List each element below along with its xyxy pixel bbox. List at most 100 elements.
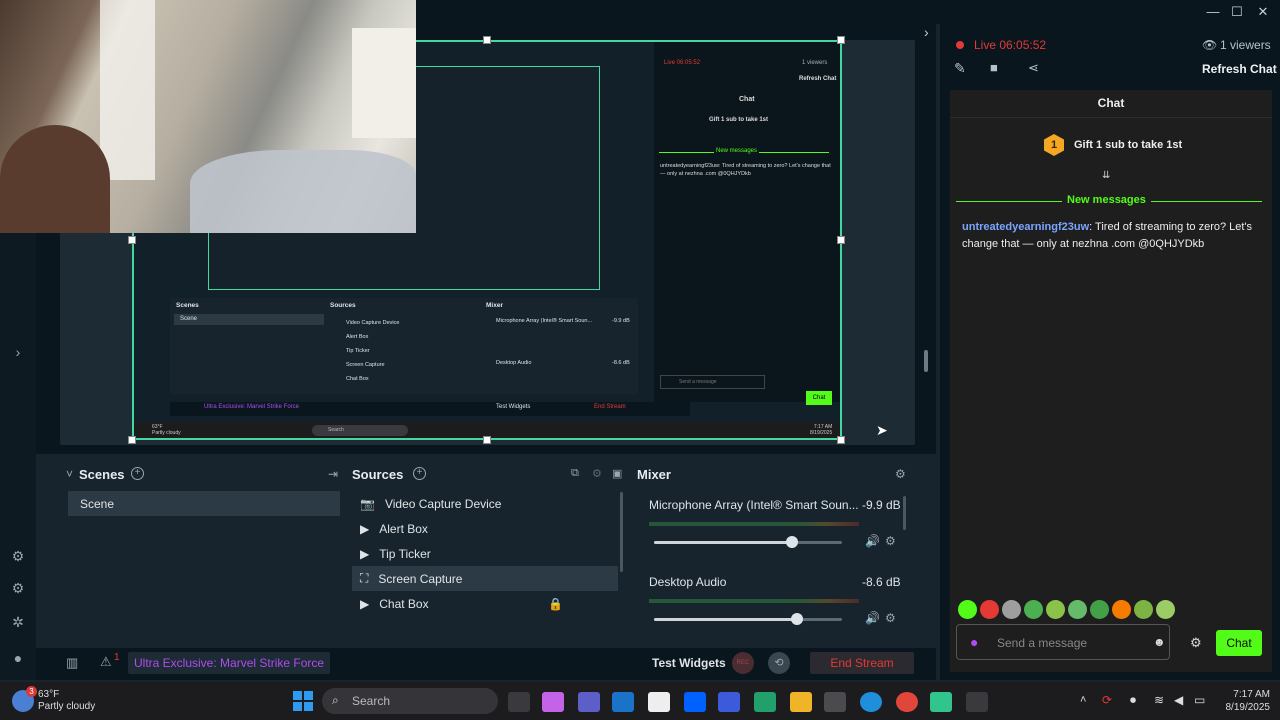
chrome-icon[interactable] <box>896 692 918 712</box>
add-scene-icon[interactable]: + <box>131 467 144 480</box>
copilot-icon[interactable] <box>542 692 564 712</box>
mic-volume-knob[interactable] <box>786 536 798 548</box>
emote-icon[interactable] <box>980 600 999 619</box>
mic-settings-icon[interactable]: ⚙ <box>885 534 896 548</box>
emote-icon[interactable] <box>1068 600 1087 619</box>
task-view-icon[interactable] <box>508 692 530 712</box>
emote-icon[interactable] <box>1002 600 1021 619</box>
resize-handle[interactable] <box>128 236 136 244</box>
mic-mute-icon[interactable]: 🔊 <box>865 534 880 548</box>
desktop-mute-icon[interactable]: 🔊 <box>865 611 880 625</box>
weather-widget[interactable]: 63°F Partly cloudy <box>38 689 95 713</box>
source-item-screen-capture[interactable]: ⛶ Screen Capture <box>352 566 618 591</box>
resize-handle[interactable] <box>837 436 845 444</box>
themes-icon[interactable]: ⚙ <box>8 546 28 566</box>
add-source-icon[interactable]: + <box>413 467 426 480</box>
profile-icon[interactable]: ● <box>8 648 28 668</box>
chat-settings-icon[interactable]: ⚙ <box>1190 635 1202 651</box>
scenes-collapse-icon[interactable]: ˅ <box>66 467 73 481</box>
resize-handle[interactable] <box>483 436 491 444</box>
wifi-icon[interactable]: ≋ <box>1154 693 1164 707</box>
nested-send: Chat <box>806 391 832 405</box>
store-icon[interactable] <box>824 692 846 712</box>
resize-handle[interactable] <box>837 236 845 244</box>
mic-icon[interactable]: ● <box>970 634 978 650</box>
stats-icon[interactable]: ▥ <box>66 655 78 671</box>
xbox-icon[interactable] <box>754 692 776 712</box>
app-window-icon[interactable] <box>966 692 988 712</box>
emote-icon[interactable] <box>1090 600 1109 619</box>
emote-icon[interactable] <box>1024 600 1043 619</box>
source-group-icon[interactable]: ⧉ <box>571 467 579 480</box>
gift-text[interactable]: Gift 1 sub to take 1st <box>1074 139 1182 151</box>
chat-username[interactable]: untreatedyearningf23uw <box>962 221 1089 233</box>
source-item-alert-box[interactable]: ▶ Alert Box <box>352 516 618 541</box>
maximize-button[interactable]: ☐ <box>1226 2 1248 22</box>
rec-button[interactable]: REC <box>732 652 754 674</box>
streamlabs-icon[interactable] <box>930 692 952 712</box>
tray-app-icon[interactable]: ⟳ <box>1102 693 1112 707</box>
amazon-icon[interactable] <box>648 692 670 712</box>
scene-transition-icon[interactable]: ⇥ <box>328 467 338 481</box>
windows-start-icon[interactable] <box>293 691 313 711</box>
settings-icon[interactable]: ✲ <box>8 612 28 632</box>
chevron-right-icon[interactable]: › <box>8 342 28 362</box>
collapse-chat-icon[interactable]: › <box>924 24 936 42</box>
dropbox-icon[interactable] <box>684 692 706 712</box>
mic-volume-slider[interactable] <box>654 536 842 548</box>
lock-icon[interactable]: 🔒 <box>548 597 563 611</box>
desktop-volume-slider[interactable] <box>654 613 842 625</box>
camera-icon[interactable]: ■ <box>990 60 998 75</box>
system-clock[interactable]: 7:17 AM 8/19/2025 <box>1218 688 1271 714</box>
source-item-chat-box[interactable]: ▶ Chat Box 🔒 <box>352 591 618 616</box>
stream-title[interactable]: Ultra Exclusive: Marvel Strike Force <box>128 652 331 674</box>
source-item-tip-ticker[interactable]: ▶ Tip Ticker <box>352 541 618 566</box>
resize-handle[interactable] <box>837 36 845 44</box>
emote-icon[interactable] <box>1156 600 1175 619</box>
close-button[interactable]: ✕ <box>1252 2 1274 22</box>
outlook-icon[interactable] <box>612 692 634 712</box>
emoji-icon[interactable]: ☻ <box>1153 635 1166 649</box>
apps-icon[interactable]: ⚙ <box>8 578 28 598</box>
chat-input-box[interactable]: ● Send a message ☻ <box>956 624 1170 660</box>
edit-icon[interactable]: ✎ <box>954 60 966 77</box>
share-icon[interactable]: ⋖ <box>1028 60 1039 76</box>
volume-icon[interactable]: ◀ <box>1174 693 1183 707</box>
nested-sources-title: Sources <box>330 302 356 309</box>
resize-handle[interactable] <box>483 36 491 44</box>
sources-scrollbar[interactable] <box>620 492 623 572</box>
source-folder-icon[interactable]: ▣ <box>612 467 622 480</box>
emote-icon[interactable] <box>1046 600 1065 619</box>
replay-buffer-icon[interactable]: ⟲ <box>768 652 790 674</box>
tray-mic-icon[interactable]: ⏺ <box>1130 693 1136 708</box>
mixer-settings-icon[interactable]: ⚙ <box>895 467 906 481</box>
source-properties-icon[interactable]: ⚙ <box>592 467 602 480</box>
vertical-splitter[interactable] <box>924 350 928 372</box>
refresh-chat-button[interactable]: Refresh Chat <box>1202 62 1277 76</box>
app-icon[interactable] <box>718 692 740 712</box>
pinned-arrow-icon[interactable]: ⇊ <box>1102 170 1110 181</box>
battery-icon[interactable]: ▭ <box>1194 693 1205 707</box>
minimize-button[interactable]: — <box>1202 2 1224 22</box>
teams-icon[interactable] <box>578 692 600 712</box>
desktop-settings-icon[interactable]: ⚙ <box>885 611 896 625</box>
source-item-video-capture[interactable]: 📷 Video Capture Device <box>352 491 618 516</box>
tray-chevron-icon[interactable]: ˄ <box>1080 694 1086 706</box>
webcam-feed[interactable] <box>0 0 416 233</box>
alerts-icon[interactable]: ⚠ <box>100 654 112 670</box>
nested-viewers: 1 viewers <box>802 60 828 66</box>
chat-input[interactable]: Send a message <box>997 636 1087 650</box>
resize-handle[interactable] <box>128 436 136 444</box>
search-input[interactable]: Search <box>352 694 390 708</box>
emote-icon[interactable] <box>1134 600 1153 619</box>
send-chat-button[interactable]: Chat <box>1216 630 1262 656</box>
taskbar-search[interactable]: ⌕ Search <box>322 688 498 714</box>
emote-icon[interactable] <box>958 600 977 619</box>
mixer-scrollbar[interactable] <box>903 496 906 530</box>
scene-item[interactable]: Scene <box>68 491 340 516</box>
end-stream-button[interactable]: End Stream <box>810 652 914 674</box>
emote-icon[interactable] <box>1112 600 1131 619</box>
desktop-volume-knob[interactable] <box>791 613 803 625</box>
file-explorer-icon[interactable] <box>790 692 812 712</box>
edge-icon[interactable] <box>860 692 882 712</box>
